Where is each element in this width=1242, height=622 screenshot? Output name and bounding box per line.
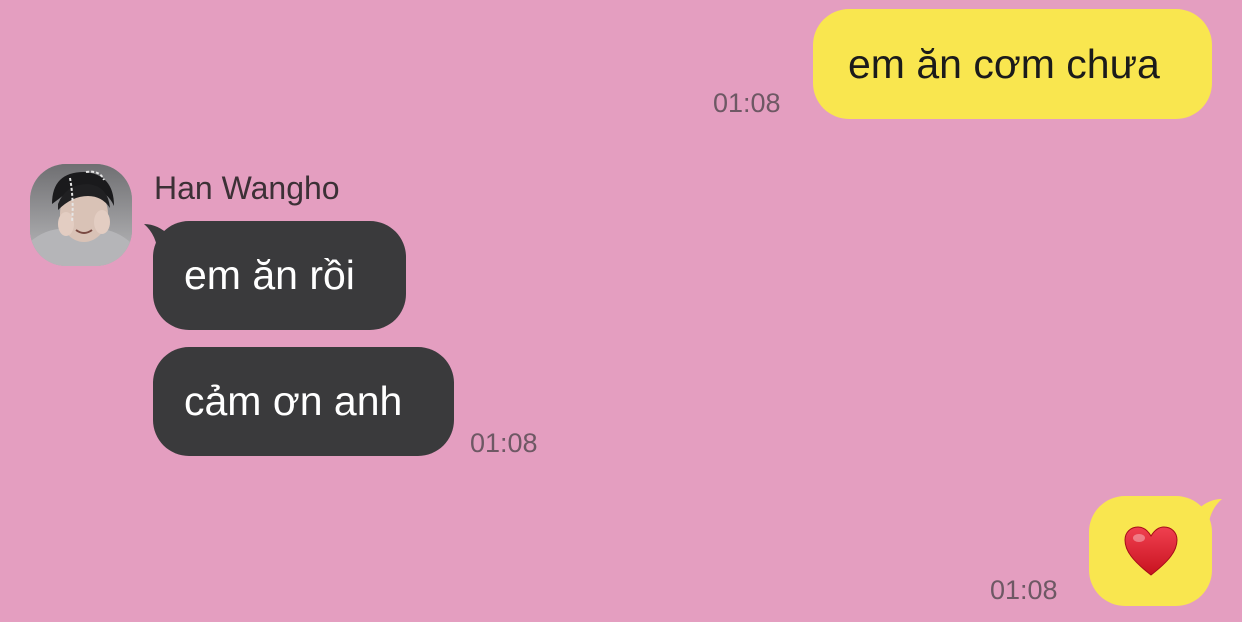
incoming-message-bubble[interactable]: em ăn rồi [153, 221, 406, 330]
message-text: em ăn cơm chưa [848, 40, 1160, 87]
message-timestamp: 01:08 [470, 428, 538, 458]
message-text: cảm ơn anh [184, 378, 403, 424]
message-timestamp: 01:08 [713, 88, 781, 118]
incoming-message-bubble[interactable]: cảm ơn anh [153, 347, 454, 456]
outgoing-message-bubble[interactable]: em ăn cơm chưa [813, 9, 1212, 119]
outgoing-emoji-bubble[interactable] [1089, 496, 1212, 606]
chat-conversation: em ăn cơm chưa 01:08 Han Wangho em ăn rồ… [0, 0, 1242, 622]
sender-avatar[interactable] [30, 164, 132, 266]
message-text: em ăn rồi [184, 252, 355, 298]
sender-name: Han Wangho [154, 170, 340, 206]
avatar-photo [30, 164, 132, 266]
red-heart-icon [1123, 526, 1178, 576]
message-timestamp: 01:08 [990, 575, 1058, 605]
